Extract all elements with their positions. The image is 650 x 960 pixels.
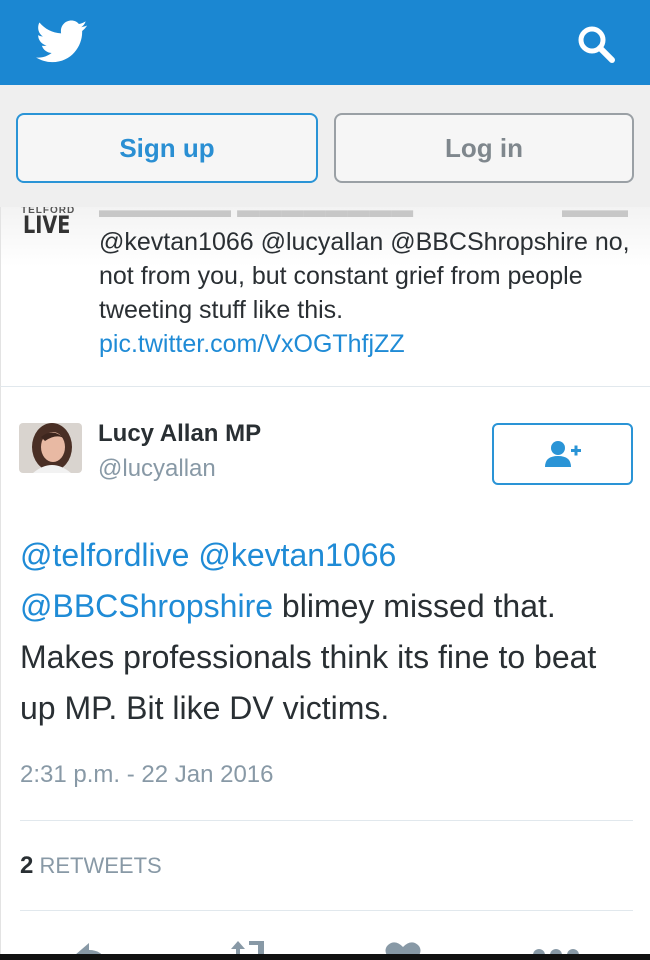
author-name[interactable]: Lucy Allan MP	[98, 420, 261, 448]
twitter-bird-icon[interactable]	[36, 20, 88, 64]
retweet-count: 2	[20, 852, 34, 879]
tweet-timestamp[interactable]: 2:31 p.m. - 22 Jan 2016	[20, 761, 274, 789]
search-icon[interactable]	[576, 24, 616, 64]
previous-tweet-text: @kevtan1066 @lucyallan @BBCShropshire no…	[99, 225, 639, 361]
sign-up-button[interactable]: Sign up	[16, 113, 318, 183]
truncated-timestamp: ▬▬▬	[562, 207, 628, 222]
auth-bar: Sign up Log in	[0, 85, 650, 207]
divider	[20, 910, 633, 911]
previous-tweet[interactable]: TELFORD LIVE ▬▬▬▬▬▬ ▬▬▬▬▬▬▬▬ ▬▬▬ @kevtan…	[0, 207, 650, 387]
telford-live-avatar[interactable]: TELFORD LIVE	[21, 207, 83, 241]
avatar[interactable]	[19, 423, 82, 473]
mention-link[interactable]: @BBCShropshire	[20, 588, 273, 624]
follow-user-icon	[544, 441, 581, 467]
follow-button[interactable]	[492, 423, 633, 485]
mention-link[interactable]: @kevtan1066	[198, 537, 396, 573]
author-handle[interactable]: @lucyallan	[98, 455, 216, 483]
pic-link[interactable]: pic.twitter.com/VxOGThfjZZ	[99, 327, 639, 361]
tweet-text: @telfordlive @kevtan1066 @BBCShropshire …	[20, 530, 635, 734]
retweet-label: RETWEETS	[39, 853, 162, 878]
divider	[20, 820, 633, 821]
retweet-stats[interactable]: 2 RETWEETS	[20, 852, 162, 880]
mention-link[interactable]: @telfordlive	[20, 537, 189, 573]
screen-bottom-edge	[0, 954, 650, 960]
top-bar	[0, 0, 650, 85]
log-in-button[interactable]: Log in	[334, 113, 634, 183]
main-tweet: Lucy Allan MP @lucyallan @telfordlive @k…	[0, 387, 650, 960]
truncated-author-line: ▬▬▬▬▬▬ ▬▬▬▬▬▬▬▬	[99, 207, 414, 222]
